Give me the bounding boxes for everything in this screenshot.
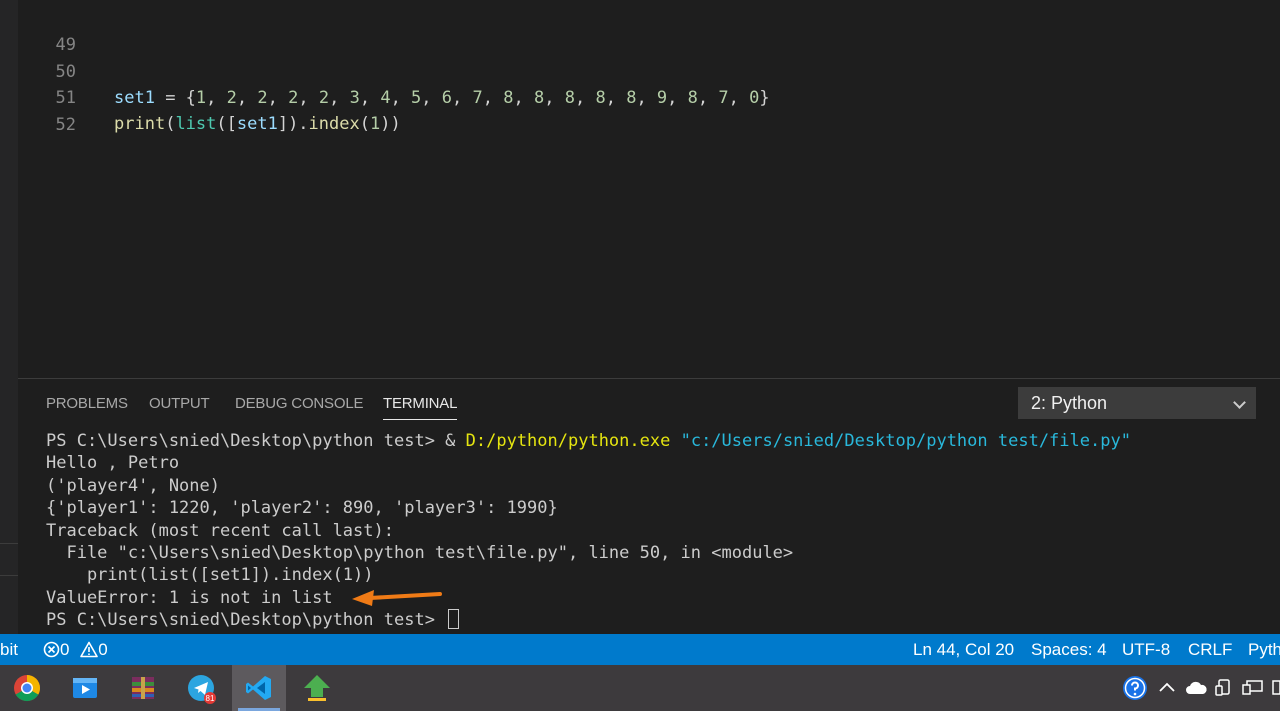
tab-problems[interactable]: PROBLEMS <box>46 395 128 412</box>
video-player-icon <box>73 678 97 698</box>
tray-show-hidden[interactable] <box>1158 665 1178 711</box>
terminal-line: ('player4', None) <box>46 475 220 496</box>
terminal-prompt-line: PS C:\Users\snied\Desktop\python test> <box>46 609 1276 631</box>
terminal-line: print(list([set1]).index(1)) <box>46 565 374 586</box>
taskbar-vscode[interactable] <box>232 665 286 711</box>
bottom-panel: PROBLEMS OUTPUT DEBUG CONSOLE TERMINAL 2… <box>18 378 1280 634</box>
terminal-select-value: 2: Python <box>1031 393 1108 413</box>
network-icon <box>1242 680 1263 695</box>
cloud-icon <box>1186 681 1207 694</box>
eol-status[interactable]: CRLF <box>1188 634 1232 665</box>
chevron-up-icon <box>1159 682 1175 692</box>
line-number: 52 <box>55 115 76 135</box>
language-status[interactable]: Pyth <box>1248 634 1280 665</box>
code-line: 51 print(list([set1]).index(1)) <box>18 59 1280 134</box>
upload-arrow-icon <box>304 675 330 701</box>
error-count: 0 <box>60 640 70 659</box>
divider <box>0 575 18 576</box>
terminal-command-line: PS C:\Users\snied\Desktop\python test> &… <box>46 430 1276 452</box>
vscode-icon <box>246 676 271 700</box>
variable-token: set1 <box>236 114 278 134</box>
tab-terminal[interactable]: TERMINAL <box>383 395 458 420</box>
terminal-prompt: PS C:\Users\snied\Desktop\python test> <box>46 610 446 631</box>
partial-icon <box>1272 680 1280 695</box>
terminal-script-path: "c:/Users/snied/Desktop/python test/file… <box>680 431 1131 451</box>
tray-device[interactable] <box>1214 665 1236 711</box>
taskbar-video-player[interactable] <box>58 665 112 711</box>
winrar-icon <box>132 677 154 699</box>
divider <box>0 543 18 544</box>
function-token: index <box>308 114 360 134</box>
number-literal: 1 <box>369 114 381 134</box>
builtin-token: list <box>175 114 217 134</box>
tab-output[interactable]: OUTPUT <box>149 395 210 412</box>
terminal-prompt: PS C:\Users\snied\Desktop\python test> & <box>46 431 466 451</box>
chrome-icon <box>14 675 41 702</box>
telegram-badge: 81 <box>206 694 215 703</box>
help-icon <box>1123 676 1147 700</box>
annotation-arrow-icon <box>352 590 442 606</box>
terminal-line: {'player1': 1220, 'player2': 890, 'playe… <box>46 498 558 519</box>
panel-tabs: PROBLEMS OUTPUT DEBUG CONSOLE TERMINAL 2… <box>18 379 1280 429</box>
activity-bar <box>0 0 18 634</box>
warning-count: 0 <box>98 640 108 659</box>
tray-network[interactable] <box>1242 665 1266 711</box>
telegram-icon: 81 <box>188 675 216 704</box>
taskbar-winrar[interactable] <box>116 665 170 711</box>
error-icon <box>43 641 60 658</box>
problems-status[interactable]: 0 0 <box>43 634 108 665</box>
cursor-position[interactable]: Ln 44, Col 20 <box>913 634 1014 665</box>
terminal-line: Traceback (most recent call last): <box>46 520 394 541</box>
encoding-status[interactable]: UTF-8 <box>1122 634 1170 665</box>
taskbar-telegram[interactable]: 81 <box>174 665 228 711</box>
tray-onedrive[interactable] <box>1184 665 1210 711</box>
terminal-line: File "c:\Users\snied\Desktop\python test… <box>46 542 794 563</box>
code-line: 50 set1 = {1, 2, 2, 2, 2, 3, 4, 5, 6, 7,… <box>18 33 1280 108</box>
terminal-output[interactable]: PS C:\Users\snied\Desktop\python test> &… <box>46 430 1276 632</box>
warning-icon <box>80 641 99 658</box>
terminal-error-line: ValueError: 1 is not in list <box>46 587 333 608</box>
function-token: print <box>114 114 166 134</box>
status-item-partial[interactable]: bit <box>0 634 18 665</box>
terminal-select[interactable]: 2: Python <box>1018 387 1256 419</box>
tray-help[interactable] <box>1122 665 1150 711</box>
terminal-exe: D:/python/python.exe <box>465 431 671 451</box>
taskbar-chrome[interactable] <box>0 665 54 711</box>
indentation-status[interactable]: Spaces: 4 <box>1031 634 1107 665</box>
tray-partial <box>1272 665 1280 711</box>
terminal-cursor <box>448 609 460 630</box>
taskbar-uploader[interactable] <box>290 665 344 711</box>
windows-taskbar: 81 <box>0 665 1280 711</box>
code-editor[interactable]: 49 50 set1 = {1, 2, 2, 2, 2, 3, 4, 5, 6,… <box>18 0 1280 378</box>
device-icon <box>1215 679 1230 696</box>
terminal-line: Hello , Petro <box>46 453 180 474</box>
code-line: 49 <box>18 6 1280 55</box>
chevron-down-icon <box>1233 396 1246 409</box>
tab-debug-console[interactable]: DEBUG CONSOLE <box>235 395 363 412</box>
status-bar: bit 0 0 Ln 44, Col 20 Spaces: 4 UTF-8 CR… <box>0 634 1280 665</box>
code-line: 52 <box>18 86 1280 135</box>
line-code: print(list([set1]).index(1)) <box>114 114 401 134</box>
